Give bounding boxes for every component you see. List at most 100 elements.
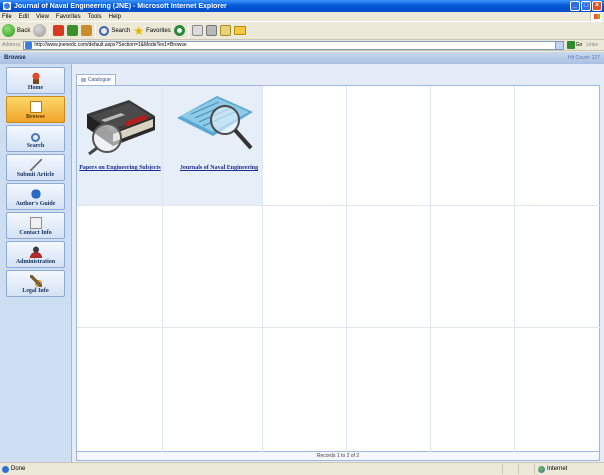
sidebar-item-contact-info[interactable]: Contact Info [6, 212, 65, 239]
book-magnifier-icon[interactable] [81, 94, 161, 156]
search-button[interactable]: Search [99, 23, 130, 38]
grid-cell [515, 86, 601, 206]
star-icon: ★ [133, 23, 145, 38]
address-url: http://www.jnenedc.com/default.aspx?Sect… [34, 42, 187, 48]
sidebar-item-legal-info[interactable]: Legal Info [6, 270, 65, 297]
sidebar-item-label: Author's Guide [15, 201, 56, 207]
sidebar-item-label: Home [27, 85, 44, 91]
toolbar-separator [95, 23, 97, 38]
contact-icon [29, 217, 42, 229]
address-bar: Address http://www.jnenedc.com/default.a… [0, 40, 604, 51]
address-input[interactable]: http://www.jnenedc.com/default.aspx?Sect… [23, 40, 564, 50]
menu-bar: File Edit View Favorites Tools Help [0, 12, 604, 21]
grid-cell [163, 328, 263, 453]
forward-button[interactable] [33, 23, 47, 38]
security-zone: Internet [534, 464, 604, 474]
sidebar-item-authors-guide[interactable]: Author's Guide [6, 183, 65, 210]
papers-magnifier-icon[interactable] [173, 90, 257, 156]
minimize-button[interactable]: _ [570, 1, 580, 11]
menu-tools[interactable]: Tools [88, 14, 102, 20]
sidebar-nav: Home Browse Search Submit Article Author… [0, 64, 72, 462]
ie-icon [2, 465, 9, 473]
favorites-button[interactable]: ★ Favorites [133, 23, 170, 38]
sidebar-item-label: Browse [26, 114, 45, 120]
mail-icon[interactable] [191, 25, 203, 36]
maximize-button[interactable]: □ [581, 1, 591, 11]
grid-cell [263, 206, 347, 328]
catalogue-grid: Papers on Engineering Subjects Journals … [74, 85, 601, 453]
status-segment [518, 464, 534, 474]
back-button[interactable]: Back [2, 23, 30, 38]
sidebar-item-label: Submit Article [16, 172, 55, 178]
globe-icon [538, 465, 545, 473]
sidebar-item-search[interactable]: Search [6, 125, 65, 152]
grid-cell [347, 328, 431, 453]
go-label: Go [575, 42, 583, 48]
menu-edit[interactable]: Edit [19, 14, 29, 20]
forward-arrow-icon [33, 24, 47, 37]
grid-cell [431, 86, 515, 206]
catalogue-item-link[interactable]: Papers on Engineering Subjects [74, 164, 166, 172]
menu-favorites[interactable]: Favorites [56, 14, 81, 20]
sidebar-item-label: Legal Info [22, 288, 49, 294]
sidebar-item-home[interactable]: Home [6, 67, 65, 94]
sidebar-item-administration[interactable]: Administration [6, 241, 65, 268]
grid-cell [347, 206, 431, 328]
refresh-icon[interactable] [67, 25, 79, 36]
print-icon[interactable] [205, 25, 217, 36]
ie-app-icon [3, 2, 11, 10]
grid-cell [515, 206, 601, 328]
close-button[interactable]: × [592, 1, 602, 11]
guide-icon [29, 188, 42, 200]
page-title: Browse [4, 55, 26, 61]
links-button[interactable]: Links [586, 42, 598, 48]
catalogue-item-link[interactable]: Journals of Naval Engineering [173, 164, 265, 172]
status-segment [502, 464, 518, 474]
menu-view[interactable]: View [36, 14, 49, 20]
main-content: Catalogue Papers on Engineering Subjects… [72, 64, 604, 462]
toolbar-separator [187, 23, 189, 38]
address-dropdown[interactable] [554, 41, 563, 49]
grid-cell [431, 328, 515, 453]
grid-cell [347, 86, 431, 206]
grid-cell [77, 328, 163, 453]
tab-label: Catalogue [88, 77, 111, 83]
sidebar-item-submit-article[interactable]: Submit Article [6, 154, 65, 181]
catalogue-icon [81, 78, 86, 82]
browse-icon [29, 101, 42, 113]
status-left: Done [2, 465, 502, 473]
grid-cell [263, 328, 347, 453]
search-icon [99, 25, 110, 36]
home-icon[interactable] [81, 25, 93, 36]
edit-icon[interactable] [219, 25, 231, 36]
menu-file[interactable]: File [2, 14, 12, 20]
go-arrow-icon [566, 41, 575, 49]
folder-icon[interactable] [233, 26, 246, 35]
window-controls: _ □ × [570, 1, 602, 11]
page-header: Browse Hit Count: 127 [0, 52, 604, 64]
menu-help[interactable]: Help [109, 14, 121, 20]
sidebar-item-label: Contact Info [19, 230, 52, 236]
hit-count: Hit Count: 127 [568, 55, 600, 61]
legal-icon [29, 275, 42, 287]
go-button[interactable]: Go [566, 41, 583, 49]
media-icon[interactable] [173, 25, 185, 36]
web-page: Browse Hit Count: 127 Home Browse Search… [0, 52, 604, 462]
tab-catalogue[interactable]: Catalogue [76, 74, 116, 85]
page-icon [25, 41, 33, 49]
windows-logo-icon [590, 12, 602, 21]
toolbar-separator [49, 23, 51, 38]
sidebar-item-label: Search [26, 143, 45, 149]
back-arrow-icon [2, 24, 15, 37]
stop-icon[interactable] [53, 25, 65, 36]
grid-cell [515, 328, 601, 453]
grid-cell [263, 86, 347, 206]
favorites-label: Favorites [146, 27, 171, 34]
window-title: Journal of Naval Engineering (JNE) - Mic… [14, 2, 227, 10]
records-count: Records 1 to 2 of 2 [76, 452, 600, 461]
toolbar: Back Search ★ Favorites [0, 21, 604, 40]
admin-icon [29, 246, 42, 258]
search-icon [31, 133, 40, 142]
sidebar-item-browse[interactable]: Browse [6, 96, 65, 123]
submit-icon [29, 159, 42, 171]
